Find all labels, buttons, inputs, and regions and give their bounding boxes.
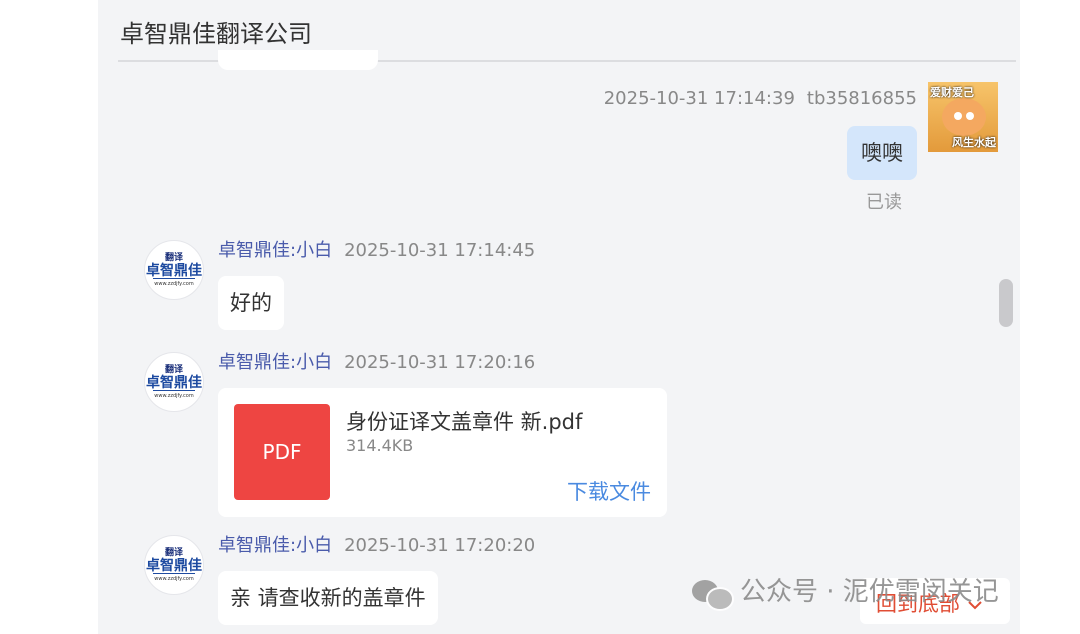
- avatar-logo-main: 卓智鼎佳: [146, 263, 202, 279]
- avatar-logo-url: www.zzdjfy.com: [154, 576, 194, 582]
- chat-panel: 卓智鼎佳翻译公司 2025-10-31 17:14:39 tb35816855 爱…: [98, 0, 1020, 634]
- scrollbar-thumb[interactable]: [999, 279, 1013, 327]
- avatar-caption-top: 爱财爱己: [930, 86, 974, 99]
- sender-name: 卓智鼎佳:小白: [218, 535, 333, 556]
- message-bubble: 亲 请查收新的盖章件: [218, 571, 438, 625]
- avatar-logo-main: 卓智鼎佳: [146, 375, 202, 391]
- file-name: 身份证译文盖章件 新.pdf: [346, 410, 583, 434]
- avatar-eye: [966, 112, 974, 120]
- message-time: 2025-10-31 17:20:16: [344, 352, 536, 373]
- message-meta: 卓智鼎佳:小白 2025-10-31 17:20:20: [218, 531, 535, 557]
- pdf-file-icon: PDF: [234, 404, 330, 500]
- watermark: 公众号 · 泥优雷闵关记: [692, 571, 999, 611]
- avatar-eye: [954, 112, 962, 120]
- download-file-link[interactable]: 下载文件: [567, 476, 651, 506]
- sender-name: 卓智鼎佳:小白: [218, 240, 333, 261]
- message-time: 2025-10-31 17:20:20: [344, 535, 536, 556]
- message-meta: 卓智鼎佳:小白 2025-10-31 17:20:16: [218, 348, 535, 374]
- watermark-text: 公众号 · 泥优雷闵关记: [740, 577, 999, 607]
- previous-message-bubble: [218, 50, 378, 70]
- sender-avatar[interactable]: 翻译 卓智鼎佳 www.zzdjfy.com: [144, 240, 204, 300]
- avatar-face-image: [942, 98, 986, 136]
- self-username: tb35816855: [806, 88, 917, 109]
- sender-avatar[interactable]: 翻译 卓智鼎佳 www.zzdjfy.com: [144, 352, 204, 412]
- self-message-bubble: 噢噢: [847, 126, 917, 180]
- file-size: 314.4KB: [346, 436, 414, 455]
- avatar-caption-bottom: 风生水起: [952, 136, 996, 149]
- sender-avatar[interactable]: 翻译 卓智鼎佳 www.zzdjfy.com: [144, 535, 204, 595]
- self-message-meta: 2025-10-31 17:14:39 tb35816855: [604, 88, 917, 109]
- avatar-logo-url: www.zzdjfy.com: [154, 393, 194, 399]
- avatar-logo-main: 卓智鼎佳: [146, 558, 202, 574]
- avatar-logo-line: [153, 278, 195, 279]
- avatar-logo-url: www.zzdjfy.com: [154, 281, 194, 287]
- sender-name: 卓智鼎佳:小白: [218, 352, 333, 373]
- avatar-logo-line: [153, 390, 195, 391]
- message-bubble: 好的: [218, 276, 284, 330]
- self-avatar[interactable]: 爱财爱己 风生水起: [928, 82, 998, 152]
- message-meta: 卓智鼎佳:小白 2025-10-31 17:14:45: [218, 236, 535, 262]
- read-status: 已读: [866, 192, 902, 213]
- message-time: 2025-10-31 17:14:45: [344, 240, 536, 261]
- wechat-icon: [692, 578, 734, 611]
- avatar-logo-line: [153, 573, 195, 574]
- file-card[interactable]: PDF 身份证译文盖章件 新.pdf 314.4KB 下载文件: [218, 388, 667, 517]
- chat-title: 卓智鼎佳翻译公司: [120, 20, 312, 48]
- self-message-time: 2025-10-31 17:14:39: [603, 88, 795, 109]
